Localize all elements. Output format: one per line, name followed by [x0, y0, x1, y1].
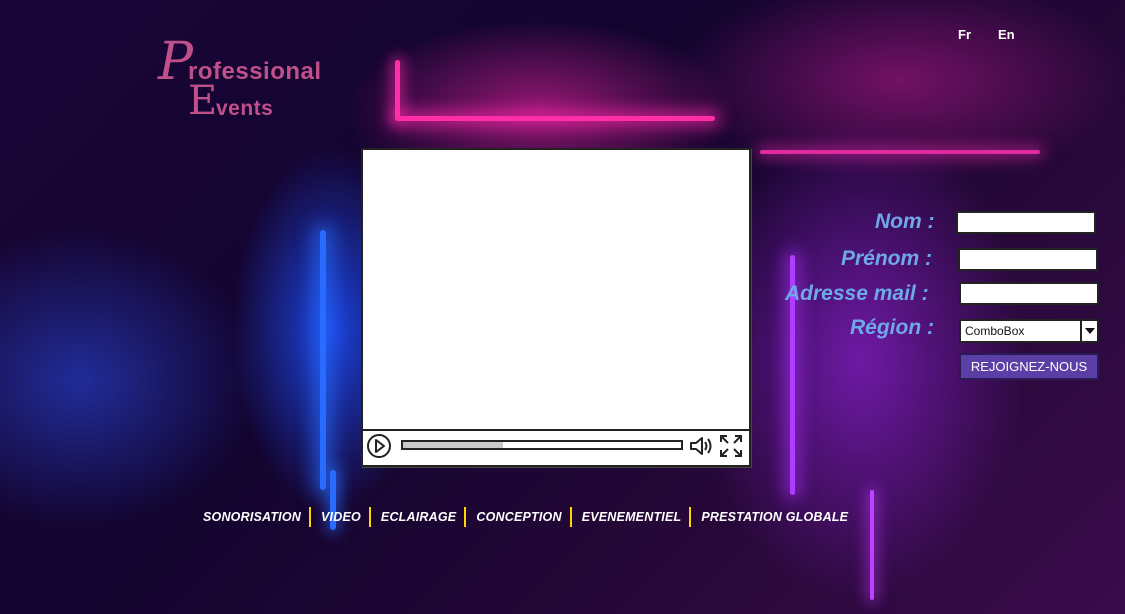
- nav-item-conception[interactable]: CONCEPTION: [472, 510, 569, 524]
- nav-separator: [569, 507, 572, 527]
- nav-separator: [309, 507, 312, 527]
- nom-input[interactable]: [956, 211, 1096, 234]
- volume-button[interactable]: [689, 434, 715, 458]
- nav-separator: [464, 507, 467, 527]
- video-player[interactable]: [361, 148, 751, 467]
- background-streak: [395, 116, 715, 121]
- logo-initial-e: E: [188, 78, 218, 124]
- region-combobox-value: ComboBox: [965, 324, 1025, 338]
- nav-item-evenementiel[interactable]: EVENEMENTIEL: [578, 510, 690, 524]
- nav-separator: [368, 507, 371, 527]
- background-streak: [320, 230, 326, 490]
- email-label: Adresse mail :: [785, 282, 929, 305]
- nom-label: Nom :: [875, 210, 935, 233]
- logo: P rofessional E vents: [158, 32, 358, 130]
- nav-separator: [689, 507, 692, 527]
- nav-item-sonorisation[interactable]: SONORISATION: [199, 510, 309, 524]
- language-fr-link[interactable]: Fr: [958, 27, 971, 42]
- language-en-link[interactable]: En: [998, 27, 1015, 42]
- background-streak: [870, 490, 874, 600]
- email-input[interactable]: [959, 282, 1099, 305]
- nav-item-video[interactable]: VIDEO: [317, 510, 369, 524]
- nav-item-eclairage[interactable]: ECLAIRAGE: [377, 510, 464, 524]
- logo-word-events: vents: [216, 97, 274, 120]
- chevron-down-icon[interactable]: [1080, 321, 1097, 341]
- video-progress-fill: [403, 442, 504, 448]
- play-button[interactable]: [367, 434, 391, 458]
- nav-item-prestation-globale[interactable]: PRESTATION GLOBALE: [697, 510, 856, 524]
- region-combobox[interactable]: ComboBox: [959, 319, 1099, 343]
- background-streak: [760, 150, 1040, 154]
- fullscreen-icon: [720, 435, 742, 457]
- prenom-input[interactable]: [958, 248, 1098, 271]
- video-progress-bar[interactable]: [401, 440, 683, 450]
- services-nav: SONORISATION VIDEO ECLAIRAGE CONCEPTION …: [199, 507, 856, 527]
- join-button[interactable]: REJOIGNEZ-NOUS: [959, 353, 1099, 380]
- volume-icon: [690, 437, 712, 455]
- prenom-label: Prénom :: [841, 247, 933, 270]
- fullscreen-button[interactable]: [719, 434, 743, 458]
- video-controls-bar: [363, 429, 749, 465]
- background-streak: [395, 60, 400, 120]
- region-label: Région :: [850, 316, 934, 339]
- play-icon: [375, 439, 385, 453]
